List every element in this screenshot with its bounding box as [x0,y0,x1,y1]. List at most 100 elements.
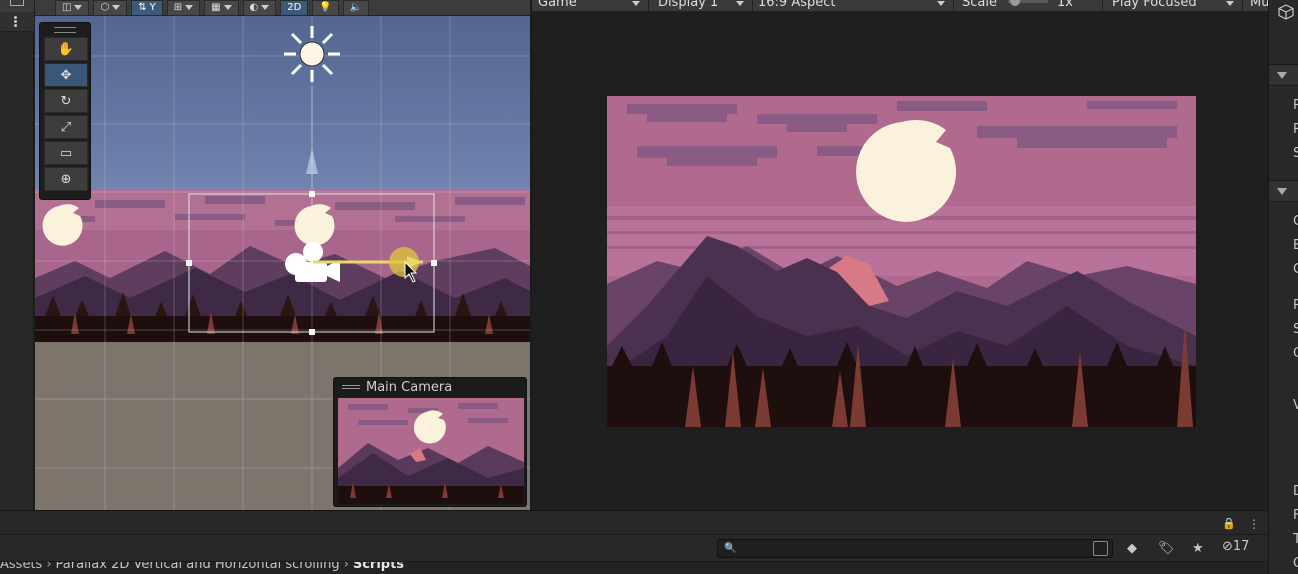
speaker-icon: 🔈 [349,2,363,13]
breadcrumb-separator-icon: › [46,562,52,572]
inspector-row: C [1293,214,1298,229]
inspector-row: D [1293,484,1298,499]
camera-preview-overlay[interactable]: Main Camera [333,377,527,507]
tool-palette: ✋ ✥ ↻ ⤢ ▭ ⊕ [39,22,91,200]
kebab-menu-icon[interactable] [14,16,18,28]
tree-line [35,316,530,342]
unity-editor: ◫ ⬡ ⇅ Y ⊞ ▦ ◐ 2D 💡 🔈 ✋ ✥ ↻ ⤢ ▭ ⊕ Main Ca… [0,0,1298,574]
move-gizmo-y-arrow[interactable] [306,148,318,174]
game-view[interactable]: Game Display 1 16:9 Aspect Scale 1x Play… [531,0,1269,510]
project-toolbar: 🔍 ◆ 🏷 ★ ⊘17 [0,535,1268,562]
rect-tool[interactable]: ▭ [44,141,88,165]
play-mode-dropdown[interactable]: Play Focused [1112,0,1197,11]
hierarchy-panel-edge [0,0,34,510]
separator [1242,0,1243,12]
inspector-row: S [1293,322,1298,337]
breadcrumb-separator-icon: › [343,562,349,572]
breadcrumb-item-folder[interactable]: Parallax 2D Vertical and Horizontal scro… [56,562,340,572]
scale-value: 1x [1057,0,1073,10]
shading-icon: ◐ [249,2,259,13]
foldout-arrow-icon[interactable] [1277,188,1287,195]
aspect-dropdown[interactable]: 16:9 Aspect [758,0,836,11]
separator [752,0,753,12]
inspector-row: T [1293,532,1298,547]
render-mode-dropdown[interactable]: ◐ [242,0,277,16]
chevron-down-icon [736,1,744,6]
lighting-toggle[interactable]: 💡 [312,0,339,16]
grid-snap-dropdown[interactable]: ⊞ [166,0,201,16]
rotate-tool[interactable]: ↻ [44,89,88,113]
inspector-row: C [1293,262,1298,277]
scale-tool[interactable]: ⤢ [44,115,88,139]
filter-by-type-icon[interactable]: ◆ [1127,541,1137,556]
inspector-row: C [1293,346,1298,361]
preview-grip[interactable] [342,385,360,389]
game-render [607,96,1196,427]
inspector-row: P [1293,98,1298,113]
inspector-row: R [1293,122,1298,137]
draw-mode-icon: ◫ [62,2,72,13]
chevron-down-icon [1226,1,1234,6]
search-icon: 🔍 [724,543,737,554]
chevron-down-icon [937,1,945,6]
inspector-row: S [1293,146,1298,161]
directional-light-icon[interactable] [284,26,340,82]
search-options-icon[interactable] [1093,541,1108,556]
mode-2d-toggle[interactable]: 2D [280,0,309,16]
inspector-row: V [1293,398,1298,413]
layout-icon[interactable] [10,0,24,6]
view-options-dropdown[interactable]: ⬡ [93,0,128,16]
breadcrumb-item-assets[interactable]: Assets [0,562,42,572]
display-dropdown[interactable]: Display 1 [658,0,718,11]
pivot-icon: ⇅ [138,2,147,13]
breadcrumb: Assets › Parallax 2D Vertical and Horizont… [0,562,1268,574]
pivot-label: Y [149,2,156,13]
scale-slider-thumb[interactable] [1010,0,1020,6]
move-tool[interactable]: ✥ [44,63,88,87]
hand-tool[interactable]: ✋ [44,37,88,61]
mute-audio-toggle[interactable]: Mu [1250,0,1269,11]
grid-visibility-dropdown[interactable]: ▦ [204,0,239,16]
breadcrumb-item-current[interactable]: Scripts [353,562,404,572]
eye-slash-icon: ⊘ [1222,539,1233,554]
panel-header [0,0,34,12]
pivot-toggle[interactable]: ⇅ Y [131,0,163,16]
project-search-input[interactable]: 🔍 [717,539,1113,558]
game-view-dropdown[interactable]: Game [538,0,577,11]
separator [648,0,649,12]
cube-icon: ⬡ [100,2,110,13]
favorites-star-icon[interactable]: ★ [1192,541,1204,556]
grid-icon: ⊞ [173,2,183,13]
audio-toggle[interactable]: 🔈 [342,0,370,16]
chevron-down-icon [261,5,270,10]
rect-transform-icon: ▭ [59,145,73,161]
gizmo-draw-mode-dropdown[interactable]: ◫ [55,0,90,16]
hand-icon: ✋ [57,41,75,57]
separator [1102,0,1103,12]
palette-grip[interactable] [54,27,76,33]
chevron-down-icon [185,5,194,10]
gameobject-cube-icon [1278,4,1294,20]
transform-tool[interactable]: ⊕ [44,167,88,191]
hidden-packages-toggle[interactable]: ⊘17 [1222,539,1249,554]
game-toolbar: Game Display 1 16:9 Aspect Scale 1x Play… [532,0,1269,12]
chevron-down-icon [632,1,640,6]
separator [953,0,954,12]
lightbulb-icon: 💡 [319,2,332,13]
scene-view[interactable]: ◫ ⬡ ⇅ Y ⊞ ▦ ◐ 2D 💡 🔈 ✋ ✥ ↻ ⤢ ▭ ⊕ Main Ca… [35,0,530,510]
scale-icon: ⤢ [60,119,72,135]
transform-icon: ⊕ [60,171,72,187]
grid-lines-icon: ▦ [211,2,221,13]
filter-by-label-icon[interactable]: 🏷 [1158,541,1175,556]
hidden-count-label: 17 [1232,539,1250,554]
chevron-down-icon [223,5,232,10]
lock-icon[interactable]: 🔒 [1222,517,1236,530]
inspector-panel-edge: P R S C B C P S C V D F T C [1268,0,1298,574]
foldout-arrow-icon[interactable] [1277,72,1287,79]
inspector-row: F [1293,508,1298,523]
kebab-menu-icon[interactable]: ⋮ [1248,517,1260,531]
project-tab-bar: 🔒 ⋮ [0,510,1268,535]
rotate-icon: ↻ [60,93,72,109]
camera-preview-image [338,398,524,504]
camera-preview-title: Main Camera [366,380,453,395]
